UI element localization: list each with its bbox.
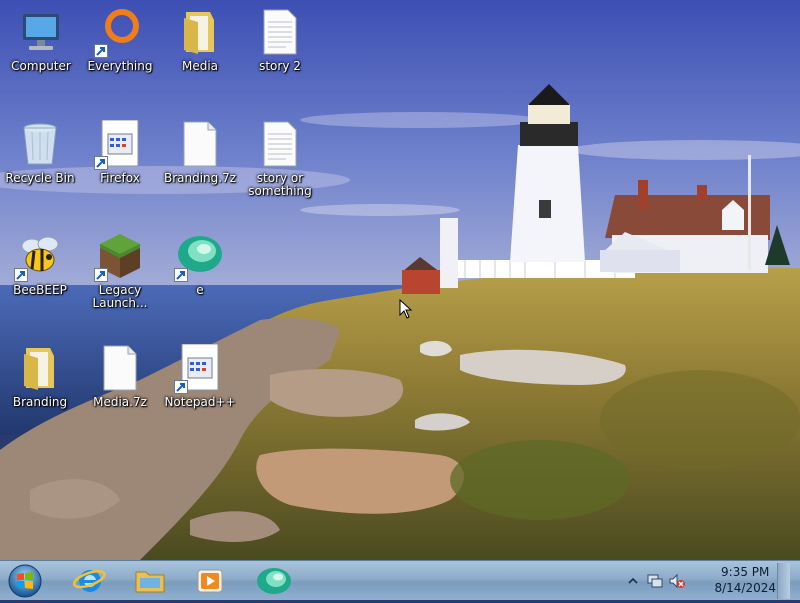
desktop-icon-label: Recycle Bin — [5, 171, 75, 185]
shortcut-arrow-icon — [94, 44, 108, 58]
desktop-icon-media-folder[interactable]: Media — [160, 8, 240, 73]
taskbar: 9:35 PM 8/14/2024 — [0, 560, 800, 600]
desktop-icon-recycle-bin[interactable]: Recycle Bin — [0, 120, 80, 185]
clock-time: 9:35 PM — [721, 565, 770, 579]
archive-file-icon — [176, 120, 224, 168]
desktop-icon-computer[interactable]: Computer — [1, 8, 81, 73]
text-file-icon — [256, 8, 304, 56]
folder-icon — [176, 8, 224, 56]
shortcut-arrow-icon — [174, 268, 188, 282]
desktop-icon-label: Media.7z — [93, 395, 147, 409]
desktop-icon-label: story 2 — [259, 59, 301, 73]
desktop-icon-story-2[interactable]: story 2 — [240, 8, 320, 73]
desktop-icon-label: Notepad++ — [164, 395, 236, 409]
desktop-icon-label: BeeBEEP — [13, 283, 67, 297]
desktop-icon-label: Legacy Launch... — [92, 283, 148, 310]
desktop-icon-label: Branding.7z — [163, 171, 237, 185]
desktop-icon-label: Everything — [87, 59, 153, 73]
minecraft-block-icon — [94, 232, 144, 282]
file-explorer-icon — [135, 571, 165, 593]
taskbar-e-app[interactable] — [252, 564, 296, 598]
taskbar-file-explorer[interactable] — [128, 564, 172, 598]
system-tray: 9:35 PM 8/14/2024 — [620, 561, 790, 601]
media-player-icon — [197, 569, 223, 593]
everything-icon — [94, 8, 144, 58]
desktop-icon-e[interactable]: e — [160, 232, 240, 297]
notepad-plus-plus-icon — [174, 344, 224, 394]
desktop-icon-label: e — [196, 283, 204, 297]
desktop-icon-media-7z[interactable]: Media.7z — [80, 344, 160, 409]
desktop-icon-branding-folder[interactable]: Branding — [0, 344, 80, 409]
desktop-icon-label: story or something — [248, 171, 312, 198]
desktop-icon-label: Firefox — [100, 171, 140, 185]
bee-icon — [14, 232, 64, 282]
desktop-icon-notepad-plus-plus[interactable]: Notepad++ — [160, 344, 240, 409]
computer-icon — [17, 8, 65, 56]
shortcut-arrow-icon — [94, 268, 108, 282]
clock[interactable]: 9:35 PM 8/14/2024 — [714, 564, 776, 596]
shortcut-arrow-icon — [94, 156, 108, 170]
text-file-icon — [256, 120, 304, 168]
desktop-icon-story-or-something[interactable]: story or something — [240, 120, 320, 198]
taskbar-media-player[interactable] — [188, 564, 232, 598]
e-app-icon — [174, 232, 224, 282]
show-hidden-icons-chevron[interactable] — [624, 572, 642, 590]
desktop-icon-beebeep[interactable]: BeeBEEP — [0, 232, 80, 297]
desktop-icon-label: Media — [181, 59, 219, 73]
desktop-icon-label: Branding — [12, 395, 68, 409]
show-desktop-button[interactable] — [777, 563, 790, 599]
e-app-icon — [257, 568, 291, 594]
recycle-bin-icon — [16, 120, 64, 168]
mouse-cursor-icon — [399, 299, 413, 319]
start-button[interactable] — [6, 563, 44, 599]
desktop-icon-everything[interactable]: Everything — [80, 8, 160, 73]
clock-date: 8/14/2024 — [714, 581, 776, 595]
desktop-icon-label: Computer — [11, 59, 71, 73]
firefox-shortcut-icon — [94, 120, 144, 170]
folder-icon — [16, 344, 64, 392]
shortcut-arrow-icon — [14, 268, 28, 282]
desktop-icon-branding-7z[interactable]: Branding.7z — [160, 120, 240, 185]
windows-start-orb-icon — [8, 564, 42, 598]
internet-explorer-icon — [72, 570, 106, 592]
shortcut-arrow-icon — [174, 380, 188, 394]
network-icon[interactable] — [646, 572, 664, 590]
archive-file-icon — [96, 344, 144, 392]
desktop-icon-legacy-launcher[interactable]: Legacy Launch... — [80, 232, 160, 310]
volume-muted-icon[interactable] — [668, 572, 686, 590]
taskbar-internet-explorer[interactable] — [68, 564, 112, 598]
desktop-icon-firefox[interactable]: Firefox — [80, 120, 160, 185]
